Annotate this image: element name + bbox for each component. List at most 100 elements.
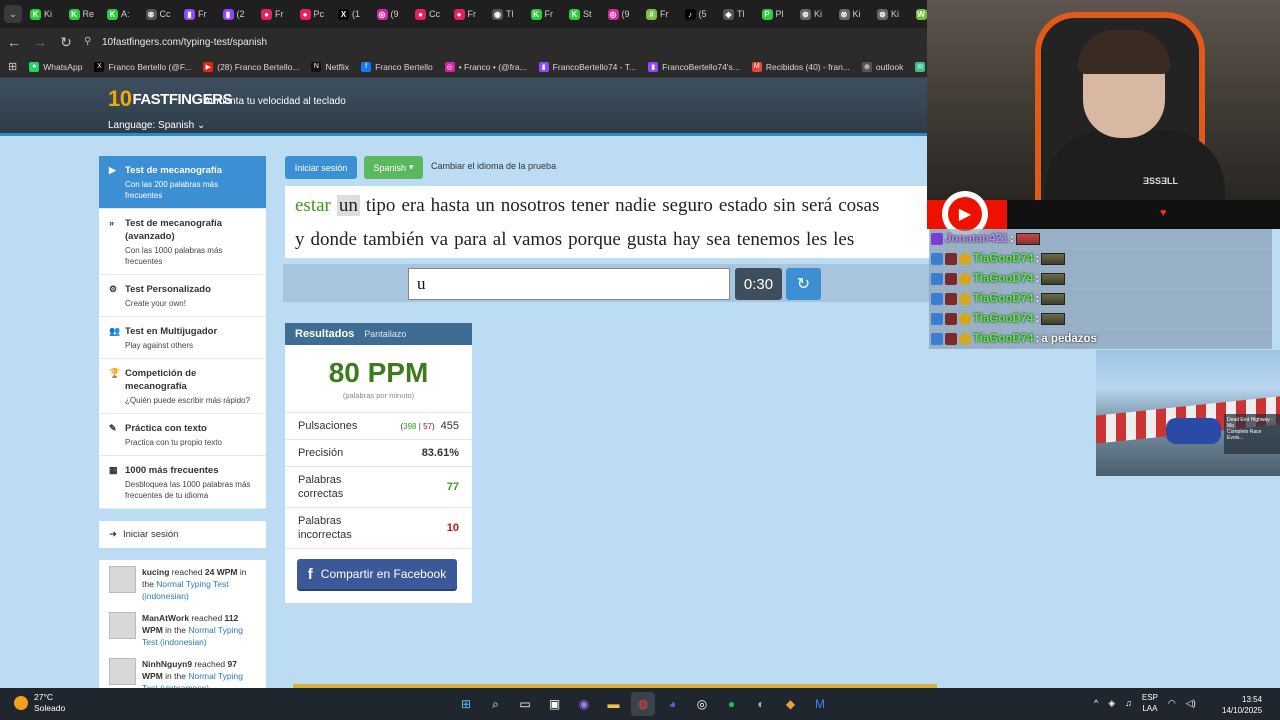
bookmark[interactable]: M Recibidos (40) - fran... bbox=[751, 61, 850, 72]
back-button[interactable]: ← bbox=[2, 30, 26, 54]
weather-widget[interactable]: 27°C Soleado bbox=[14, 692, 65, 714]
store-icon[interactable]: ▣ bbox=[543, 692, 567, 716]
browser-tab[interactable]: ⊗ Cc bbox=[145, 0, 185, 28]
bookmark-label: WhatsApp bbox=[43, 61, 83, 72]
chat-username[interactable]: TiaGooD74 bbox=[973, 293, 1034, 305]
browser-tab[interactable]: ♪ (5 bbox=[684, 0, 724, 28]
browser-tab[interactable]: ● Fr bbox=[261, 0, 300, 28]
chat-username[interactable]: TiaGooD74 bbox=[973, 253, 1034, 265]
browser-tab[interactable]: ● Fr bbox=[453, 0, 493, 28]
url-field[interactable]: ⚲ 10fastfingers.com/typing-test/spanish bbox=[84, 36, 267, 48]
chat-message: TiaGooD74 : bbox=[929, 269, 1272, 289]
game-info-panel: Dead End Highway - Ma Complete Race Evol… bbox=[1224, 414, 1280, 454]
language-selector[interactable]: Language: Spanish ⌄ bbox=[108, 120, 205, 131]
avatar[interactable] bbox=[109, 658, 136, 685]
search-icon[interactable]: ⌕ bbox=[484, 692, 508, 716]
copilot-icon[interactable]: ◉ bbox=[572, 692, 596, 716]
sidebar-item[interactable]: ⚙ Test Personalizado Create your own! bbox=[99, 275, 266, 317]
chat-username[interactable]: TiaGooD74 bbox=[973, 273, 1034, 285]
activity-user[interactable]: ManAtWork bbox=[142, 613, 189, 623]
browser-tab[interactable]: ▮ Fr bbox=[184, 0, 223, 28]
wrong-words-row: Palabras incorrectas 10 bbox=[285, 508, 472, 549]
browser-tab[interactable]: ⊗ Ki bbox=[877, 0, 916, 28]
site-info-icon[interactable]: ⚲ bbox=[84, 36, 96, 48]
bookmark[interactable]: N Netflix bbox=[311, 61, 349, 72]
discord-icon[interactable]: ◕ bbox=[661, 692, 685, 716]
browser-tab[interactable]: ● Cc bbox=[415, 0, 454, 28]
typing-input[interactable]: u bbox=[408, 268, 730, 300]
chat-colon: : bbox=[1035, 252, 1040, 265]
bookmark[interactable]: ▶ (28) Franco Bertello... bbox=[203, 61, 299, 72]
app-icon[interactable]: M bbox=[808, 692, 832, 716]
input-language-top: ESP bbox=[1141, 693, 1158, 702]
activity-user[interactable]: NinhNguyn9 bbox=[142, 659, 192, 669]
browser-tab[interactable]: ◎ (9 bbox=[607, 0, 647, 28]
browser-tab[interactable]: K Re bbox=[68, 0, 108, 28]
browser-tab[interactable]: K A: bbox=[107, 0, 146, 28]
obs-icon[interactable]: ◎ bbox=[690, 692, 714, 716]
mic-icon[interactable]: ♫ bbox=[1125, 698, 1132, 708]
activity-test-link[interactable]: Normal Typing Test (indonesian) bbox=[142, 579, 229, 601]
wifi-icon[interactable]: ◠ bbox=[1168, 698, 1176, 709]
browser-tab[interactable]: K Fr bbox=[530, 0, 570, 28]
avatar[interactable] bbox=[109, 612, 136, 639]
bookmark[interactable]: f Franco Bertello bbox=[361, 61, 433, 72]
bookmark[interactable]: X Franco Bertello (@F... bbox=[94, 61, 191, 72]
browser-tab[interactable]: ⊗ Ki bbox=[838, 0, 878, 28]
spotify-icon[interactable]: ● bbox=[720, 692, 744, 716]
avatar[interactable] bbox=[109, 566, 136, 593]
sidebar-item[interactable]: ▶ Test de mecanografía Con las 200 palabra… bbox=[99, 156, 266, 209]
sidebar-item[interactable]: ✎ Práctica con texto Practica con tu propi… bbox=[99, 414, 266, 456]
bookmark-label: FrancoBertello74 - T... bbox=[552, 61, 637, 72]
browser-tab[interactable]: X (1 bbox=[338, 0, 377, 28]
browser-tab[interactable]: # Fr bbox=[646, 0, 685, 28]
stream-chat: Jonatan421 : TiaGooD74 : TiaGooD74 : Tia… bbox=[929, 229, 1272, 349]
sidebar-item[interactable]: ▦ 1000 más frecuentes Desbloquea las 1000 … bbox=[99, 456, 266, 509]
sidebar-item[interactable]: 👥 Test en Multijugador Play against others bbox=[99, 317, 266, 359]
chat-username[interactable]: Jonatan421 bbox=[945, 233, 1008, 245]
bookmark[interactable]: ▮ FrancoBertello74's... bbox=[648, 61, 740, 72]
tab-search-button[interactable]: ⌄ bbox=[4, 5, 22, 23]
bookmark[interactable]: ◎ • Franco • (@fra... bbox=[444, 61, 527, 72]
input-language[interactable]: ESP LAA bbox=[1142, 692, 1158, 714]
bookmark[interactable]: ● WhatsApp bbox=[29, 61, 83, 72]
sidebar-login[interactable]: ➜ Iniciar sesión bbox=[99, 521, 266, 548]
language-button[interactable]: Spanish ▾ bbox=[364, 156, 423, 179]
reload-button[interactable]: ↻ bbox=[54, 30, 78, 54]
screenshot-link[interactable]: Pantallazo bbox=[364, 329, 406, 339]
sidebar-item-icon: ⚙ bbox=[109, 284, 118, 294]
login-button[interactable]: Iniciar sesión bbox=[285, 156, 357, 179]
steam-icon[interactable]: ◐ bbox=[749, 692, 773, 716]
browser-tab[interactable]: K St bbox=[569, 0, 608, 28]
share-facebook-button[interactable]: f Compartir en Facebook bbox=[297, 559, 457, 591]
browser-tab[interactable]: ● Pc bbox=[299, 0, 339, 28]
browser-tab[interactable]: ◎ (9 bbox=[376, 0, 416, 28]
sidebar-item[interactable]: 🏆 Competición de mecanografía ¿Quién puede… bbox=[99, 359, 266, 414]
activity-user[interactable]: kucing bbox=[142, 567, 169, 577]
browser-tab[interactable]: ◆ Tl bbox=[723, 0, 762, 28]
browser-tab[interactable]: K Ki bbox=[30, 0, 69, 28]
browser-tab[interactable]: ▮ (2 bbox=[222, 0, 262, 28]
browser-tab[interactable]: ◉ Tl bbox=[492, 0, 531, 28]
volume-icon[interactable]: ◁) bbox=[1186, 698, 1196, 709]
browser-tab[interactable]: ⊗ Ki bbox=[800, 0, 839, 28]
start-icon[interactable]: ⊞ bbox=[454, 692, 478, 716]
chrome-icon[interactable]: ◍ bbox=[631, 692, 655, 716]
task-view-icon[interactable]: ▭ bbox=[513, 692, 537, 716]
clock[interactable]: 13:54 14/10/2025 bbox=[1222, 694, 1262, 716]
keystrokes-total: 455 bbox=[440, 420, 459, 432]
file-explorer-icon[interactable]: ▬ bbox=[602, 692, 626, 716]
tab-label: Tl bbox=[737, 9, 745, 19]
tray-chevron-icon[interactable]: ^ bbox=[1094, 698, 1098, 708]
forward-button[interactable]: → bbox=[28, 30, 52, 54]
restart-button[interactable]: ↻ bbox=[786, 268, 821, 300]
riot-icon[interactable]: ◆ bbox=[779, 692, 803, 716]
browser-tab[interactable]: P Pl bbox=[761, 0, 801, 28]
bookmark[interactable]: ▮ FrancoBertello74 - T... bbox=[538, 61, 637, 72]
chat-username[interactable]: TiaGooD74 bbox=[973, 333, 1034, 345]
sidebar-item[interactable]: » Test de mecanografía (avanzado) Con las … bbox=[99, 209, 266, 275]
network-icon[interactable]: ◈ bbox=[1108, 698, 1115, 709]
bookmark[interactable]: ⊕ outlook bbox=[861, 61, 903, 72]
apps-icon[interactable]: ⊞ bbox=[8, 60, 17, 73]
chat-username[interactable]: TiaGooD74 bbox=[973, 313, 1034, 325]
